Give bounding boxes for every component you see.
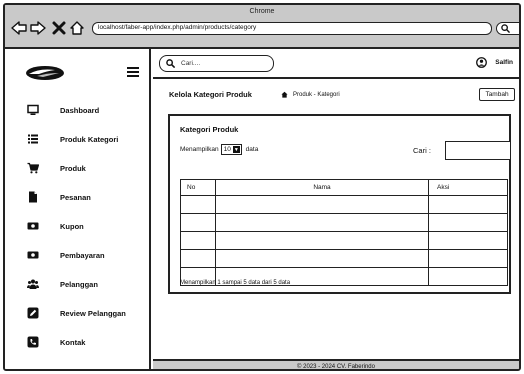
sidebar-item-pesanan[interactable]: Pesanan bbox=[5, 188, 151, 206]
money-icon bbox=[27, 249, 39, 261]
forward-arrow-icon[interactable] bbox=[30, 20, 46, 36]
file-icon bbox=[27, 191, 39, 203]
category-table: No Nama Aksi bbox=[180, 179, 508, 286]
entries-length-control: Menampilkan 10 ▼ data bbox=[180, 144, 258, 155]
search-icon bbox=[166, 59, 175, 68]
table-search-input[interactable] bbox=[445, 141, 511, 160]
menu-toggle-icon[interactable] bbox=[127, 67, 139, 77]
sidebar-item-label: Pelanggan bbox=[60, 279, 98, 289]
home-icon bbox=[281, 91, 288, 98]
table-search-label: Cari : bbox=[413, 146, 431, 155]
sidebar-item-label: Pembayaran bbox=[60, 250, 105, 260]
page-title: Kelola Kategori Produk bbox=[169, 90, 252, 99]
browser-window: Chrome localhost/faber-app/index.php/adm… bbox=[3, 3, 521, 371]
monitor-icon bbox=[27, 104, 39, 116]
close-icon[interactable] bbox=[51, 20, 67, 36]
cell-aksi bbox=[428, 249, 508, 268]
address-bar[interactable]: localhost/faber-app/index.php/admin/prod… bbox=[92, 22, 492, 35]
top-header: Cari.... Salfin bbox=[153, 49, 519, 79]
sidebar-item-kontak[interactable]: Kontak bbox=[5, 333, 151, 351]
search-icon bbox=[501, 24, 510, 33]
table-info: Menampilkan 1 sampai 5 data dari 5 data bbox=[180, 280, 291, 286]
ticket-icon bbox=[27, 220, 39, 232]
add-category-button[interactable]: Tambah bbox=[479, 88, 515, 101]
cell-aksi bbox=[428, 213, 508, 232]
cell-nama bbox=[215, 195, 429, 214]
user-avatar-icon bbox=[476, 57, 488, 68]
cell-nama bbox=[215, 231, 429, 250]
copyright-text: © 2023 - 2024 CV. Faberindo bbox=[297, 364, 375, 370]
cell-no bbox=[180, 195, 216, 214]
cell-aksi bbox=[428, 195, 508, 214]
column-header-nama[interactable]: Nama bbox=[215, 179, 429, 196]
table-row bbox=[180, 249, 508, 268]
home-icon[interactable] bbox=[69, 20, 85, 36]
cell-no bbox=[180, 231, 216, 250]
search-input[interactable]: Cari.... bbox=[159, 55, 274, 72]
breadcrumb-text[interactable]: Produk - Kategori bbox=[293, 92, 340, 98]
show-prefix: Menampilkan bbox=[180, 146, 219, 153]
sidebar-item-pembayaran[interactable]: Pembayaran bbox=[5, 246, 151, 264]
cell-no bbox=[180, 213, 216, 232]
table-row bbox=[180, 213, 508, 232]
table-row bbox=[180, 231, 508, 250]
sidebar-item-label: Produk bbox=[60, 163, 86, 173]
table-header-row: No Nama Aksi bbox=[180, 179, 508, 196]
sidebar-item-review-pelanggan[interactable]: Review Pelanggan bbox=[5, 304, 151, 322]
sidebar-item-label: Dashboard bbox=[60, 105, 100, 115]
phone-icon bbox=[27, 336, 39, 348]
cell-nama bbox=[215, 249, 429, 268]
sidebar-item-dashboard[interactable]: Dashboard bbox=[5, 101, 151, 119]
sidebar-item-label: Kontak bbox=[60, 337, 86, 347]
entries-per-page-select[interactable]: 10 ▼ bbox=[220, 144, 242, 155]
cart-icon bbox=[27, 162, 39, 174]
sidebar-item-kupon[interactable]: Kupon bbox=[5, 217, 151, 235]
browser-search-button[interactable] bbox=[496, 22, 519, 35]
users-icon bbox=[27, 278, 39, 290]
chevron-down-icon: ▼ bbox=[232, 146, 240, 153]
cell-nama bbox=[215, 213, 429, 232]
user-menu[interactable]: Salfin bbox=[476, 57, 513, 68]
footer: © 2023 - 2024 CV. Faberindo bbox=[153, 359, 519, 370]
category-card: Kategori Produk Menampilkan 10 ▼ data Ca… bbox=[168, 114, 511, 294]
card-title: Kategori Produk bbox=[180, 125, 239, 134]
cell-no bbox=[180, 249, 216, 268]
username: Salfin bbox=[495, 59, 513, 66]
entries-per-page-value: 10 bbox=[223, 146, 231, 153]
browser-title: Chrome bbox=[249, 8, 275, 15]
main-content: Kelola Kategori Produk Produk - Kategori… bbox=[153, 79, 519, 359]
sidebar-item-produk[interactable]: Produk bbox=[5, 159, 151, 177]
sidebar-item-pelanggan[interactable]: Pelanggan bbox=[5, 275, 151, 293]
search-placeholder: Cari.... bbox=[181, 60, 201, 67]
cell-aksi bbox=[428, 231, 508, 250]
edit-icon bbox=[27, 307, 39, 319]
browser-toolbar: Chrome localhost/faber-app/index.php/adm… bbox=[5, 5, 519, 49]
column-header-no[interactable]: No bbox=[180, 179, 216, 196]
table-row bbox=[180, 195, 508, 214]
sidebar: Dashboard Produk Kategori Produk Pesanan… bbox=[5, 49, 151, 369]
brand-logo[interactable] bbox=[25, 65, 65, 81]
sidebar-item-label: Pesanan bbox=[60, 192, 91, 202]
back-arrow-icon[interactable] bbox=[11, 20, 27, 36]
sidebar-item-label: Review Pelanggan bbox=[60, 308, 126, 318]
breadcrumb: Produk - Kategori bbox=[281, 91, 340, 98]
list-icon bbox=[27, 133, 39, 145]
sidebar-item-produk-kategori[interactable]: Produk Kategori bbox=[5, 130, 151, 148]
cell-aksi bbox=[428, 267, 508, 286]
sidebar-item-label: Kupon bbox=[60, 221, 84, 231]
sidebar-item-label: Produk Kategori bbox=[60, 134, 119, 144]
column-header-aksi[interactable]: Aksi bbox=[428, 179, 508, 196]
show-suffix: data bbox=[245, 146, 259, 153]
